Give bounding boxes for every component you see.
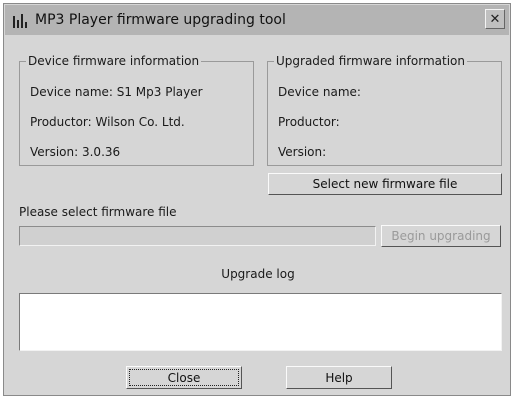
begin-upgrading-button[interactable]: Begin upgrading [381,225,501,247]
firmware-tool-window: MP3 Player firmware upgrading tool ✕ Dev… [3,3,511,396]
app-logo-icon [11,12,29,28]
upgraded-firmware-group: Upgraded firmware information Device nam… [267,54,502,166]
title-bar[interactable]: MP3 Player firmware upgrading tool ✕ [5,5,509,35]
upgrade-log-label: Upgrade log [221,267,295,281]
upgraded-version-label: Version: [278,145,327,159]
upgraded-firmware-title: Upgraded firmware information [274,54,467,68]
select-firmware-prompt: Please select firmware file [19,205,177,219]
window-title: MP3 Player firmware upgrading tool [35,12,286,28]
version-value: Version: 3.0.36 [30,145,121,159]
upgraded-productor-label: Productor: [278,115,340,129]
device-firmware-group: Device firmware information Device name:… [19,54,254,166]
device-name-value: Device name: S1 Mp3 Player [30,85,203,99]
help-button[interactable]: Help [286,366,392,389]
close-icon[interactable]: ✕ [485,9,505,29]
upgraded-device-name-label: Device name: [278,85,361,99]
upgrade-log-box[interactable] [19,293,502,351]
select-firmware-button[interactable]: Select new firmware file [268,173,502,195]
close-button[interactable]: Close [126,366,242,389]
device-firmware-title: Device firmware information [26,54,202,68]
productor-value: Productor: Wilson Co. Ltd. [30,115,185,129]
upgrade-progress-bar [19,226,376,246]
